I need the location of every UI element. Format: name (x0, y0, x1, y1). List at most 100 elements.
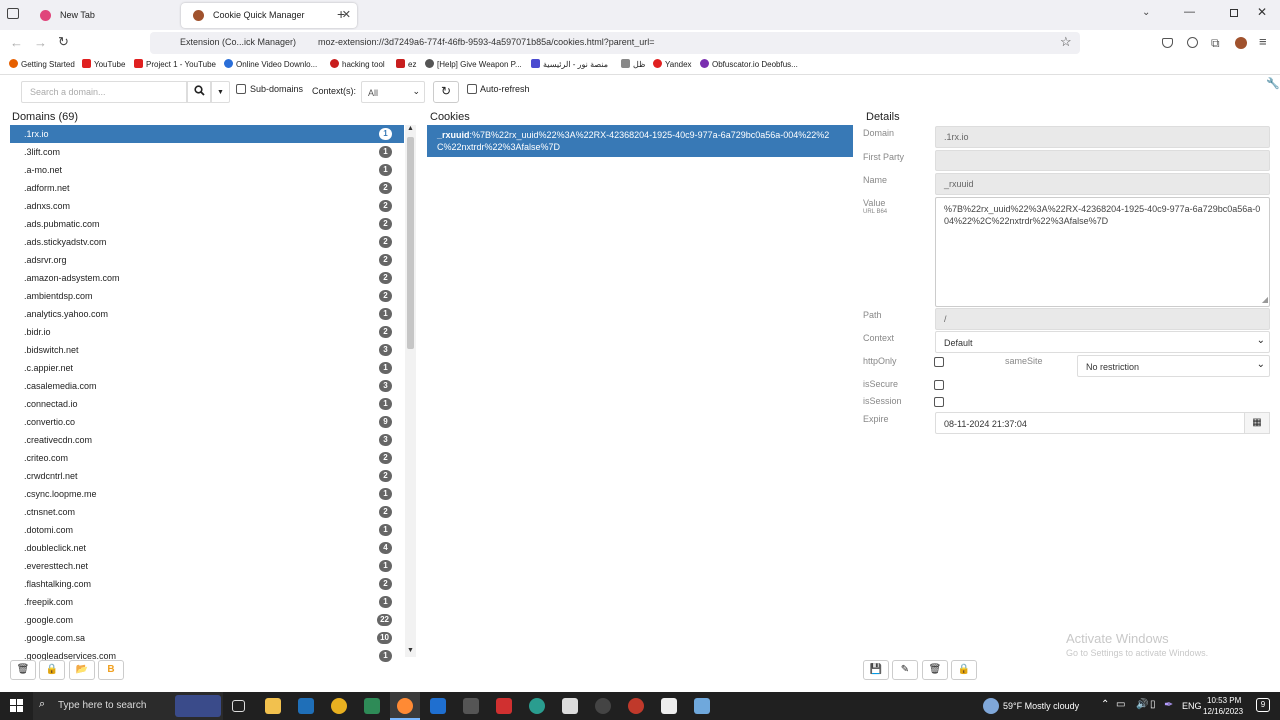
restore-icon[interactable] (1230, 9, 1238, 17)
domain-list-item[interactable]: .bidswitch.net 3 (10, 341, 404, 359)
issession-checkbox[interactable] (934, 397, 944, 407)
scrollbar-thumb[interactable] (407, 137, 414, 349)
clock-time[interactable]: 10:53 PM (1207, 696, 1241, 705)
battery-icon[interactable]: ▯ (1150, 699, 1156, 710)
notification-icon[interactable]: 9 (1256, 698, 1270, 712)
domain-list-item[interactable]: .3lift.com 1 (10, 143, 404, 161)
domain-list-item[interactable]: .everesttech.net 1 (10, 557, 404, 575)
expire-input[interactable]: 08-11-2024 21:37:04 (935, 412, 1245, 434)
domain-list-item[interactable]: .amazon-adsystem.com 2 (10, 269, 404, 287)
bookmark-online-video[interactable]: Online Video Downlo... (224, 59, 317, 69)
domain-list-item[interactable]: .convertio.co 9 (10, 413, 404, 431)
domain-list-item[interactable]: .connectad.io 1 (10, 395, 404, 413)
domain-list-item[interactable]: .doubleclick.net 4 (10, 539, 404, 557)
domain-list-item[interactable]: .bidr.io 2 (10, 323, 404, 341)
clock-date[interactable]: 12/16/2023 (1203, 707, 1243, 716)
export-button[interactable]: B (98, 660, 124, 680)
account-icon[interactable] (1187, 37, 1198, 48)
obs-icon[interactable] (595, 698, 611, 714)
domain-list-item[interactable]: .ctnsnet.com 2 (10, 503, 404, 521)
task-view-icon[interactable] (232, 700, 245, 712)
protect-cookie-button[interactable]: 🔒 (951, 660, 977, 680)
bookmark-project-1[interactable]: Project 1 - YouTube (134, 59, 216, 69)
scrollbar-down-icon[interactable]: ▼ (407, 647, 414, 654)
minimize-icon[interactable]: — (1184, 6, 1195, 18)
domain-list-item[interactable]: .google.com.sa 10 (10, 629, 404, 647)
domain-list-item[interactable]: .1rx.io 1 (10, 125, 404, 143)
domain-list-item[interactable]: .csync.loopme.me 1 (10, 485, 404, 503)
issecure-checkbox[interactable] (934, 380, 944, 390)
domain-list-item[interactable]: .criteo.com 2 (10, 449, 404, 467)
domain-list-item[interactable]: .adform.net 2 (10, 179, 404, 197)
notepad-icon[interactable] (694, 698, 710, 714)
language-indicator[interactable]: ENG (1182, 701, 1202, 711)
edit-cookie-button[interactable]: ✎ (892, 660, 918, 680)
first-party-field[interactable] (935, 150, 1270, 171)
domain-list-item[interactable]: .ambientdsp.com 2 (10, 287, 404, 305)
wrench-icon[interactable]: 🔧 (1266, 77, 1280, 90)
url-bar[interactable]: Extension (Co...ick Manager) moz-extensi… (150, 32, 1080, 54)
shield-icon[interactable] (562, 698, 578, 714)
chrome-icon[interactable] (331, 698, 347, 714)
resize-handle-icon[interactable]: ◢ (1262, 294, 1268, 306)
domain-list-item[interactable]: .flashtalking.com 2 (10, 575, 404, 593)
file-explorer-icon[interactable] (265, 698, 281, 714)
new-tab-icon[interactable]: + (337, 6, 345, 22)
url-text[interactable]: moz-extension://3d7249a6-774f-46fb-9593-… (318, 37, 678, 47)
httponly-checkbox[interactable] (934, 357, 944, 367)
path-field[interactable]: / (935, 308, 1270, 330)
value-textarea[interactable]: %7B%22rx_uuid%22%3A%22RX-42368204-1925-4… (935, 197, 1270, 307)
domain-list-item[interactable]: .creativecdn.com 3 (10, 431, 404, 449)
domain-list-item[interactable]: .adnxs.com 2 (10, 197, 404, 215)
weather-text[interactable]: 59°F Mostly cloudy (1003, 701, 1079, 711)
domain-list-item[interactable]: .ads.stickyadstv.com 2 (10, 233, 404, 251)
close-window-icon[interactable]: ✕ (1257, 5, 1267, 19)
bookmark-ez[interactable]: ez (396, 59, 416, 69)
windows-start-icon[interactable] (10, 699, 23, 712)
cookie-item[interactable]: _rxuuid:%7B%22rx_uuid%22%3A%22RX-4236820… (427, 125, 853, 157)
domain-list-item[interactable]: .google.com 22 (10, 611, 404, 629)
menu-icon[interactable]: ≡ (1259, 34, 1267, 49)
bookmark-obfuscator[interactable]: Obfuscator.io Deobfus... (700, 59, 798, 69)
calendar-button[interactable]: ▦ (1244, 412, 1270, 434)
protect-domain-button[interactable]: 🔒 (39, 660, 65, 680)
taskbar-search-box[interactable]: ⌕ Type here to search (33, 692, 223, 720)
bookmark-star-icon[interactable]: ☆ (1060, 34, 1072, 50)
edge-icon[interactable] (529, 698, 545, 714)
domain-list-item[interactable]: .analytics.yahoo.com 1 (10, 305, 404, 323)
volume-icon[interactable]: 🔊 (1136, 699, 1148, 710)
name-field[interactable]: _rxuuid (935, 173, 1270, 195)
calculator-icon[interactable] (463, 698, 479, 714)
reload-icon[interactable]: ↻ (58, 34, 69, 50)
bookmark-give-weapon[interactable]: [Help] Give Weapon P... (425, 59, 522, 69)
vscode-icon[interactable] (298, 698, 314, 714)
bookmark-zil[interactable]: ظل (621, 59, 645, 69)
domain-list-item[interactable]: .freepik.com 1 (10, 593, 404, 611)
pen-icon[interactable]: ✒ (1164, 698, 1173, 711)
bookmark-youtube[interactable]: YouTube (82, 59, 125, 69)
scrollbar-up-icon[interactable]: ▲ (407, 125, 414, 132)
tab-list-icon[interactable] (7, 8, 19, 19)
samesite-select[interactable]: No restriction ⌄ (1077, 355, 1270, 377)
app-circle-icon[interactable] (628, 698, 644, 714)
domain-list-item[interactable]: .a-mo.net 1 (10, 161, 404, 179)
open-file-button[interactable]: 📂 (69, 660, 95, 680)
domain-list-scrollbar[interactable]: ▲ ▼ (405, 125, 416, 657)
pocket-icon[interactable] (1162, 38, 1173, 48)
domain-list-item[interactable]: .casalemedia.com 3 (10, 377, 404, 395)
domain-list-item[interactable]: .crwdcntrl.net 2 (10, 467, 404, 485)
network-icon[interactable]: ▭ (1116, 699, 1125, 710)
delete-domain-button[interactable]: 🗑 (10, 660, 36, 680)
show-hidden-icons[interactable]: ⌃ (1101, 699, 1109, 710)
domain-field[interactable]: .1rx.io (935, 126, 1270, 148)
bookmark-getting-started[interactable]: Getting Started (9, 59, 75, 69)
domain-list-item[interactable]: .adsrvr.org 2 (10, 251, 404, 269)
bookmark-hacking-tool[interactable]: hacking tool (330, 59, 385, 69)
bookmark-noor[interactable]: منصة نور - الرئيسية (531, 59, 608, 69)
bookmark-yandex[interactable]: Yandex (653, 59, 692, 69)
mail-icon[interactable] (430, 698, 446, 714)
save-cookie-button[interactable]: 💾 (863, 660, 889, 680)
weather-icon[interactable] (983, 698, 999, 714)
capcut-icon[interactable] (661, 698, 677, 714)
forward-icon[interactable]: → (34, 35, 47, 50)
